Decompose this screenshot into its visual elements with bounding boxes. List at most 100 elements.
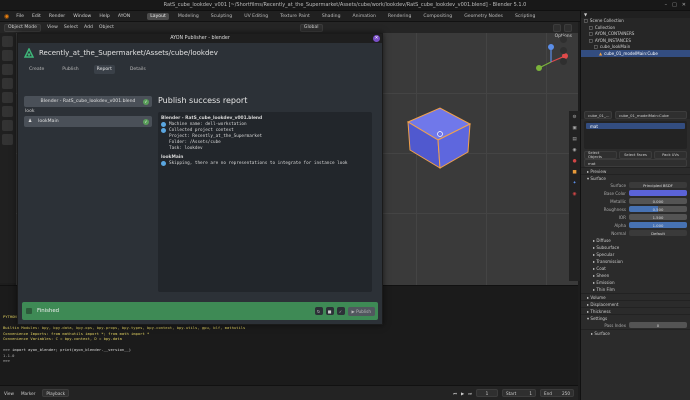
- workspace-tab-shading[interactable]: Shading: [319, 13, 344, 20]
- zoom-icon[interactable]: [560, 36, 567, 43]
- filter-icon[interactable]: ▼: [584, 12, 587, 17]
- close-icon[interactable]: ✕: [682, 2, 686, 8]
- mode-selector[interactable]: Object Mode: [4, 23, 41, 32]
- subsection-transmission[interactable]: ▸ Transmission: [587, 258, 690, 265]
- workspace-tab-modeling[interactable]: Modeling: [175, 13, 202, 20]
- workspace-tab-animation[interactable]: Animation: [350, 13, 379, 20]
- jump-start-icon[interactable]: ⏮: [453, 391, 457, 396]
- render-tab-icon[interactable]: ▣: [572, 126, 576, 131]
- workspace-tab-sculpting[interactable]: Sculpting: [208, 13, 235, 20]
- world-tab-icon[interactable]: ●: [572, 159, 576, 164]
- pack-uvs-button[interactable]: Pack UVs: [654, 151, 687, 159]
- transform-tool-icon[interactable]: [2, 106, 13, 117]
- menu-help[interactable]: Help: [98, 14, 110, 19]
- subsection-thin-film[interactable]: ▸ Thin Film: [587, 286, 690, 293]
- tab-details[interactable]: Details: [127, 65, 149, 74]
- material-name-field[interactable]: mat: [584, 159, 687, 167]
- menu-edit[interactable]: Edit: [31, 14, 42, 19]
- material-slot-selector[interactable]: cube_01_modelMain:Cube: [615, 111, 687, 119]
- cursor-tool-icon[interactable]: [2, 50, 13, 61]
- jump-end-icon[interactable]: ⏭: [468, 391, 472, 396]
- play-icon[interactable]: ▶: [461, 391, 464, 396]
- subsection-emission[interactable]: ▸ Emission: [587, 279, 690, 286]
- workspace-tab-compositing[interactable]: Compositing: [420, 13, 455, 20]
- metallic-field[interactable]: 0.000: [629, 197, 687, 205]
- normal-field[interactable]: Default: [629, 229, 687, 237]
- section-surface[interactable]: ▾ Surface: [581, 174, 690, 181]
- menu-ayon[interactable]: AYON: [117, 14, 131, 19]
- pass-index-field[interactable]: 0: [629, 321, 687, 329]
- menu-window[interactable]: Window: [72, 14, 92, 19]
- select-faces-button[interactable]: Select Faces: [619, 151, 652, 159]
- subsection-sheen[interactable]: ▸ Sheen: [587, 272, 690, 279]
- section-settings[interactable]: ▾ Settings: [581, 314, 690, 321]
- alpha-field[interactable]: 1.000: [629, 221, 687, 229]
- blender-logo-icon[interactable]: ◉: [4, 13, 9, 20]
- section-displacement[interactable]: ▸ Displacement: [581, 300, 690, 307]
- workspace-tab-scripting[interactable]: Scripting: [512, 13, 538, 20]
- move-tool-icon[interactable]: [2, 64, 13, 75]
- section-volume[interactable]: ▸ Volume: [581, 293, 690, 300]
- publisher-titlebar[interactable]: AYON Publisher - blender ✕: [18, 34, 382, 43]
- reset-icon[interactable]: ↻: [314, 307, 323, 315]
- object-tab-icon[interactable]: ■: [572, 170, 576, 175]
- end-frame-field[interactable]: End 250: [540, 389, 574, 397]
- timeline-marker-menu[interactable]: Marker: [21, 391, 35, 396]
- tool-tab-icon[interactable]: ⚙: [572, 115, 576, 120]
- section-thickness[interactable]: ▸ Thickness: [581, 307, 690, 314]
- measure-tool-icon[interactable]: [2, 134, 13, 145]
- instance-item-lookmain[interactable]: ♟ lookMain ✓: [24, 116, 152, 127]
- timeline-view-menu[interactable]: View: [4, 391, 14, 396]
- current-frame-field[interactable]: 1: [476, 389, 498, 397]
- tab-create[interactable]: Create: [26, 65, 47, 74]
- workspace-tab-uv-editing[interactable]: UV Editing: [241, 13, 271, 20]
- scene-tab-icon[interactable]: ◉: [572, 148, 576, 153]
- selected-cube[interactable]: [394, 92, 474, 172]
- subsection-subsurface[interactable]: ▸ Subsurface: [587, 244, 690, 251]
- orientation-selector[interactable]: Global: [299, 23, 323, 32]
- scale-tool-icon[interactable]: [2, 92, 13, 103]
- instance-item-workfile[interactable]: Blender - RatS_cube_lookdev_v001.blend ✓: [24, 96, 152, 107]
- surface-shader-field[interactable]: Principled BSDF: [629, 181, 687, 189]
- roughness-field[interactable]: 0.500: [629, 205, 687, 213]
- section-preview[interactable]: ▸ Preview: [581, 167, 690, 174]
- select-objects-button[interactable]: Select Objects: [584, 151, 617, 159]
- select-tool-icon[interactable]: [2, 36, 13, 47]
- output-tab-icon[interactable]: ▤: [572, 137, 576, 142]
- rotate-tool-icon[interactable]: [2, 78, 13, 89]
- close-icon[interactable]: ✕: [373, 35, 380, 42]
- console-prompt[interactable]: >>>: [0, 358, 578, 364]
- workspace-tab-texture-paint[interactable]: Texture Paint: [277, 13, 313, 20]
- modifier-tab-icon[interactable]: ✦: [573, 181, 577, 186]
- tab-publish[interactable]: Publish: [59, 65, 81, 74]
- stop-icon[interactable]: ■: [325, 307, 334, 315]
- camera-icon[interactable]: [560, 58, 567, 65]
- playback-menu[interactable]: Playback: [42, 389, 70, 397]
- view-menu[interactable]: View: [47, 25, 58, 30]
- menu-file[interactable]: File: [15, 14, 25, 19]
- object-selector[interactable]: cube_01_...: [584, 111, 612, 119]
- subsection-coat[interactable]: ▸ Coat: [587, 265, 690, 272]
- start-frame-field[interactable]: Start 1: [502, 389, 536, 397]
- select-menu[interactable]: Select: [64, 25, 78, 30]
- ior-field[interactable]: 1.500: [629, 213, 687, 221]
- outliner-row-selected[interactable]: ▲ cube_01_modelMain:Cube: [581, 50, 690, 57]
- subsection-specular[interactable]: ▸ Specular: [587, 251, 690, 258]
- minimize-icon[interactable]: –: [665, 2, 668, 8]
- maximize-icon[interactable]: □: [672, 2, 677, 8]
- workspace-tab-rendering[interactable]: Rendering: [385, 13, 414, 20]
- validate-icon[interactable]: ✓: [336, 307, 345, 315]
- workspace-tab-layout[interactable]: Layout: [147, 12, 169, 20]
- object-menu[interactable]: Object: [99, 25, 114, 30]
- hand-icon[interactable]: [560, 47, 567, 54]
- material-slot-row[interactable]: mat: [586, 123, 685, 129]
- material-tab-icon[interactable]: ◉: [572, 192, 576, 197]
- report-log[interactable]: Blender - RatS_cube_lookdev_v001.blend M…: [158, 112, 372, 292]
- workspace-tab-geometry-nodes[interactable]: Geometry Nodes: [461, 13, 506, 20]
- publish-button[interactable]: ▶ Publish: [347, 306, 375, 316]
- annotate-tool-icon[interactable]: [2, 120, 13, 131]
- base-color-swatch[interactable]: [629, 189, 687, 197]
- subsection-diffuse[interactable]: ▸ Diffuse: [587, 237, 690, 244]
- tab-report[interactable]: Report: [93, 64, 115, 74]
- shading-material-button[interactable]: [564, 23, 572, 32]
